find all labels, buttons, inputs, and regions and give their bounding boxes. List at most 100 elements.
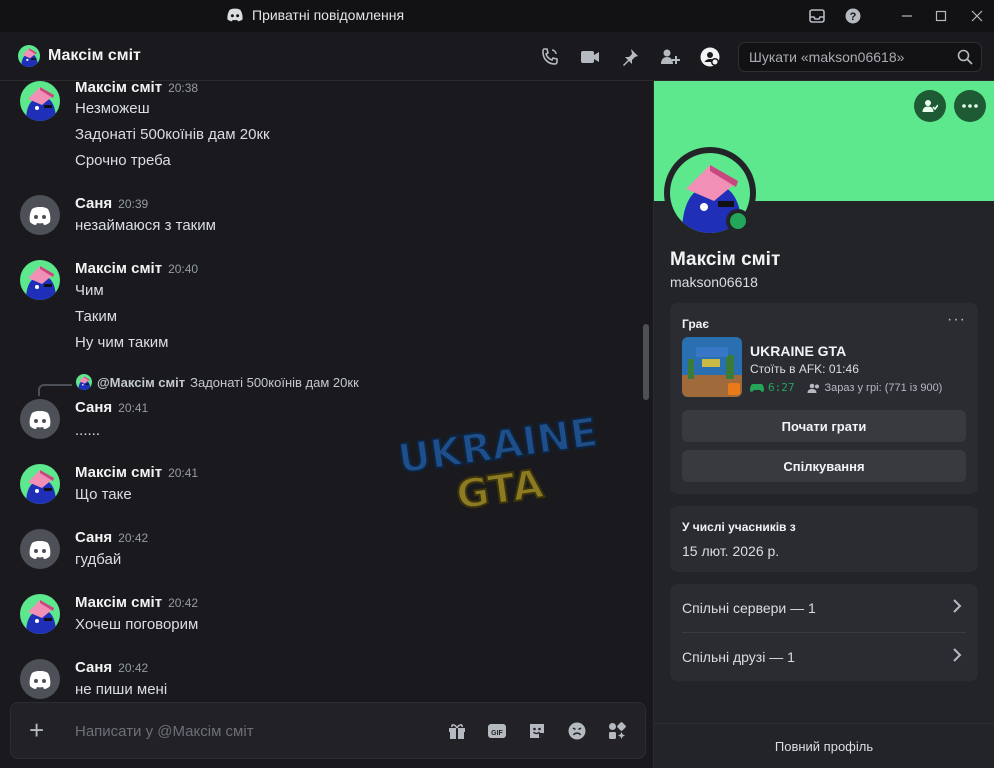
message-author[interactable]: Максім сміт 20:42	[75, 594, 198, 611]
author-avatar[interactable]	[20, 81, 60, 121]
author-avatar[interactable]	[20, 659, 60, 699]
user-profile-toggle-icon[interactable]	[699, 46, 721, 68]
reply-text: Задонаті 500коїнів дам 20кк	[190, 374, 359, 390]
message-timestamp: 20:38	[168, 81, 199, 95]
ukraine-gta-watermark: UKRAINE GTA	[400, 411, 600, 511]
window-title: Приватні повідомлення	[226, 7, 404, 23]
reply-author-avatar	[76, 374, 92, 390]
recipient-name: Максім сміт	[48, 47, 141, 64]
message-author[interactable]: Саня 20:41	[75, 399, 148, 416]
search-input[interactable]: Шукати «makson06618»	[738, 42, 982, 72]
help-icon[interactable]: ?	[844, 7, 862, 25]
author-avatar[interactable]	[20, 260, 60, 300]
chat-scrollbar[interactable]	[643, 324, 649, 400]
message-content: Хочеш поговорим	[75, 616, 199, 633]
pin-icon[interactable]	[619, 46, 641, 68]
user-profile-panel: Максім сміт makson06618 Грає ··· UKRAINE…	[654, 81, 994, 768]
add-friend-icon	[922, 100, 938, 112]
add-friends-to-dm-icon[interactable]	[659, 46, 681, 68]
activity-more-icon[interactable]: ···	[947, 311, 966, 329]
minimize-icon[interactable]	[898, 7, 916, 25]
mutuals-card: Спільні сервери — 1 Спільні друзі — 1	[670, 584, 978, 681]
video-call-icon[interactable]	[579, 46, 601, 68]
discord-logo-icon	[227, 8, 243, 22]
maximize-icon[interactable]	[932, 7, 950, 25]
window-title-text: Приватні повідомлення	[252, 7, 405, 23]
message-author[interactable]: Саня 20:42	[75, 529, 148, 546]
message-timestamp: 20:42	[168, 596, 199, 610]
member-since-label: У числі учасників з	[682, 520, 796, 534]
message-content: незаймаюся з таким	[75, 217, 216, 234]
author-avatar[interactable]	[20, 195, 60, 235]
game-thumbnail[interactable]	[682, 337, 742, 397]
profile-username[interactable]: makson06618	[670, 274, 758, 290]
recipient-avatar	[18, 45, 40, 67]
activity-card: Грає ··· UKRAINE GTA Стоїть в AFK: 01:46…	[670, 303, 978, 494]
message-content: Незможеш	[75, 100, 150, 117]
gamepad-icon	[750, 383, 764, 392]
close-icon[interactable]	[968, 7, 986, 25]
channel-header: Максім сміт Шукати «makson06618»	[0, 32, 994, 81]
game-elapsed-time: 6:27	[768, 381, 795, 394]
message-content: Що таке	[75, 486, 132, 503]
gif-icon[interactable]: GIF	[486, 720, 508, 742]
message-timestamp: 20:41	[168, 466, 199, 480]
composer-input[interactable]: Написати у @Максім сміт	[75, 723, 254, 740]
game-party-size: Зараз у грі: (771 із 900)	[824, 381, 943, 394]
party-icon	[807, 383, 819, 393]
message-author[interactable]: Максім сміт 20:38	[75, 81, 198, 96]
search-icon	[957, 49, 973, 68]
message-timestamp: 20:40	[168, 262, 199, 276]
gift-icon[interactable]	[446, 720, 468, 742]
reply-author: @Максім сміт	[97, 374, 186, 390]
member-since-card: У числі учасників з 15 лют. 2026 р.	[670, 506, 978, 572]
upload-plus-icon[interactable]: +	[29, 717, 44, 743]
message-author[interactable]: Максім сміт 20:41	[75, 464, 198, 481]
dm-recipient[interactable]: Максім сміт	[18, 45, 141, 67]
message-timestamp: 20:41	[118, 401, 149, 415]
add-friend-button[interactable]	[914, 90, 946, 122]
message-composer[interactable]: + Написати у @Максім сміт GIF	[10, 702, 646, 759]
author-avatar[interactable]	[20, 399, 60, 439]
chat-button[interactable]: Спілкування	[682, 450, 966, 482]
mutual-servers-label: Спільні сервери — 1	[682, 600, 816, 616]
author-avatar[interactable]	[20, 529, 60, 569]
more-icon	[962, 104, 978, 108]
emoji-icon[interactable]	[566, 720, 588, 742]
message-timestamp: 20:39	[118, 197, 149, 211]
author-avatar[interactable]	[20, 464, 60, 504]
play-game-button[interactable]: Почати грати	[682, 410, 966, 442]
chevron-right-icon	[952, 647, 962, 666]
voice-call-icon[interactable]	[539, 46, 561, 68]
view-full-profile-button[interactable]: Повний профіль	[654, 723, 994, 768]
message-content: ......	[75, 422, 101, 439]
mutual-friends-label: Спільні друзі — 1	[682, 649, 795, 665]
message-content: Чим	[75, 282, 104, 299]
sticker-icon[interactable]	[526, 720, 548, 742]
title-bar: Приватні повідомлення ?	[0, 0, 994, 32]
search-placeholder: Шукати «makson06618»	[749, 49, 905, 65]
reply-preview[interactable]: @Максім сміт Задонаті 500коїнів дам 20кк	[38, 374, 359, 396]
message-list[interactable]: Максім сміт 20:38 Незможеш Задонаті 500ко…	[0, 81, 653, 768]
watermark-line2: GTA	[453, 461, 546, 511]
message-author[interactable]: Саня 20:39	[75, 195, 148, 212]
message-author[interactable]: Максім сміт 20:40	[75, 260, 198, 277]
message-content: Срочно треба	[75, 152, 171, 169]
game-title: UKRAINE GTA	[750, 343, 847, 359]
profile-display-name: Максім сміт	[670, 249, 781, 270]
message-timestamp: 20:42	[118, 661, 149, 675]
apps-icon[interactable]	[606, 720, 628, 742]
message-author[interactable]: Саня 20:42	[75, 659, 148, 676]
inbox-icon[interactable]	[808, 7, 826, 25]
author-avatar[interactable]	[20, 594, 60, 634]
reply-connector	[38, 384, 72, 396]
activity-label: Грає	[682, 317, 709, 331]
watermark-line1: UKRAINE	[400, 411, 600, 483]
message-content: гудбай	[75, 551, 122, 568]
message-content: Таким	[75, 308, 118, 325]
mutual-servers-row[interactable]: Спільні сервери — 1	[682, 584, 966, 632]
message-content: Задонаті 500коїнів дам 20кк	[75, 126, 270, 143]
message-timestamp: 20:42	[118, 531, 149, 545]
more-options-button[interactable]	[954, 90, 986, 122]
mutual-friends-row[interactable]: Спільні друзі — 1	[682, 633, 966, 681]
